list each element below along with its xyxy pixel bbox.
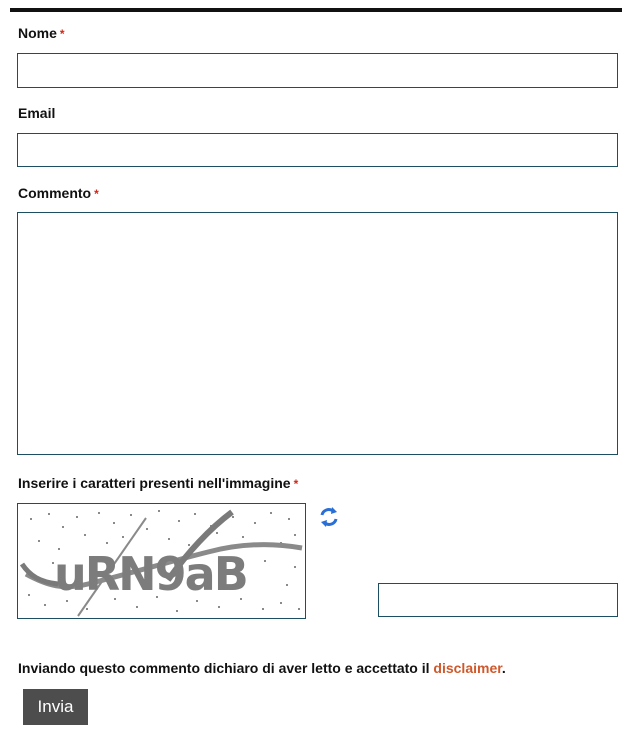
name-label-text: Nome	[18, 25, 57, 41]
required-marker: *	[293, 477, 299, 491]
comment-label: Commento *	[18, 184, 99, 203]
captcha-label: Inserire i caratteri presenti nell'immag…	[18, 474, 298, 493]
disclaimer-suffix: .	[501, 660, 506, 676]
refresh-arrows-icon[interactable]	[318, 505, 340, 529]
disclaimer-prefix: Inviando questo commento dichiaro di ave…	[18, 660, 430, 676]
email-label-text: Email	[18, 105, 56, 121]
email-label: Email	[18, 104, 55, 122]
disclaimer-text: Inviando questo commento dichiaro di ave…	[18, 659, 506, 677]
refresh-arrows-icon-graphic	[320, 507, 338, 527]
comment-textarea[interactable]	[17, 212, 618, 455]
comment-label-text: Commento	[18, 185, 92, 201]
captcha-noise-curve	[19, 562, 59, 587]
disclaimer-link[interactable]: disclaimer	[433, 660, 502, 676]
email-input[interactable]	[17, 133, 618, 167]
required-marker: *	[59, 27, 65, 41]
required-marker: *	[94, 187, 99, 201]
captcha-image: uRN9aB	[17, 503, 306, 619]
submit-button[interactable]: Invia	[23, 689, 88, 725]
captcha-label-text: Inserire i caratteri presenti nell'immag…	[18, 475, 291, 491]
form-top-border	[10, 8, 622, 12]
name-input[interactable]	[17, 53, 618, 88]
captcha-text: uRN9aB	[54, 547, 247, 601]
name-label: Nome *	[18, 24, 65, 43]
captcha-input[interactable]	[378, 583, 618, 617]
captcha-image-graphic: uRN9aB	[19, 509, 303, 617]
